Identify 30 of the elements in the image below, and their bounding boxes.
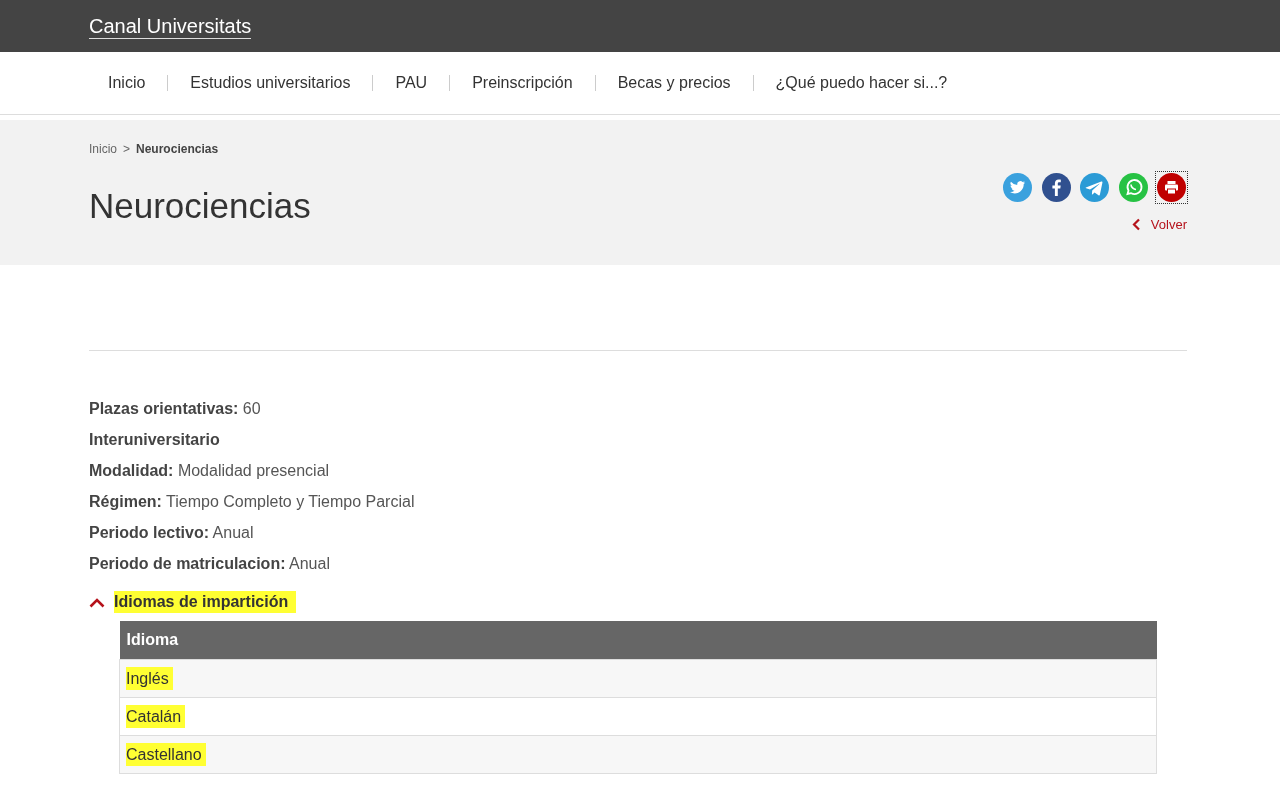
detail-line: Periodo de matriculacion: Anual: [89, 554, 331, 574]
breadcrumb-separator: >: [123, 142, 131, 156]
print-icon[interactable]: [1157, 173, 1186, 202]
column-header: Idioma: [119, 621, 1157, 660]
nav-link[interactable]: ¿Qué puedo hacer si...?: [752, 75, 970, 91]
table-cell: Castellano: [126, 742, 206, 766]
nav-link[interactable]: Estudios universitarios: [167, 75, 373, 91]
back-link-text[interactable]: Volver: [1150, 217, 1187, 232]
accordion-title[interactable]: Idiomas de impartición: [114, 591, 297, 613]
nav-link[interactable]: Preinscripción: [449, 75, 595, 91]
chevron-left-icon: [1131, 218, 1141, 231]
nav-link[interactable]: Becas y precios: [594, 75, 753, 91]
detail-line: Régimen: Tiempo Completo y Tiempo Parcial: [89, 492, 416, 512]
nav-link[interactable]: PAU: [372, 75, 450, 91]
detail-line: Interuniversitario: [89, 430, 221, 450]
detail-line: Plazas orientativas: 60: [89, 399, 262, 419]
detail-line: Modalidad: Modalidad presencial: [89, 461, 331, 481]
detail-line: Periodo lectivo: Anual: [89, 523, 255, 543]
back-link[interactable]: Volver: [1131, 217, 1187, 232]
table-cell: Inglés: [126, 666, 173, 690]
nav-link[interactable]: Inicio: [89, 75, 168, 91]
chevron-up-icon[interactable]: [89, 596, 105, 608]
breadcrumb-item: Neurociencias: [136, 142, 219, 156]
paper-plane-icon[interactable]: [1080, 173, 1109, 202]
breadcrumb-item[interactable]: Inicio: [89, 142, 117, 156]
site-title[interactable]: Canal Universitats: [89, 14, 252, 39]
letter-f-icon[interactable]: [1041, 173, 1071, 202]
page-title: Neurociencias: [89, 186, 311, 226]
bird-icon[interactable]: [1003, 173, 1032, 202]
table-cell: Catalán: [126, 704, 186, 728]
